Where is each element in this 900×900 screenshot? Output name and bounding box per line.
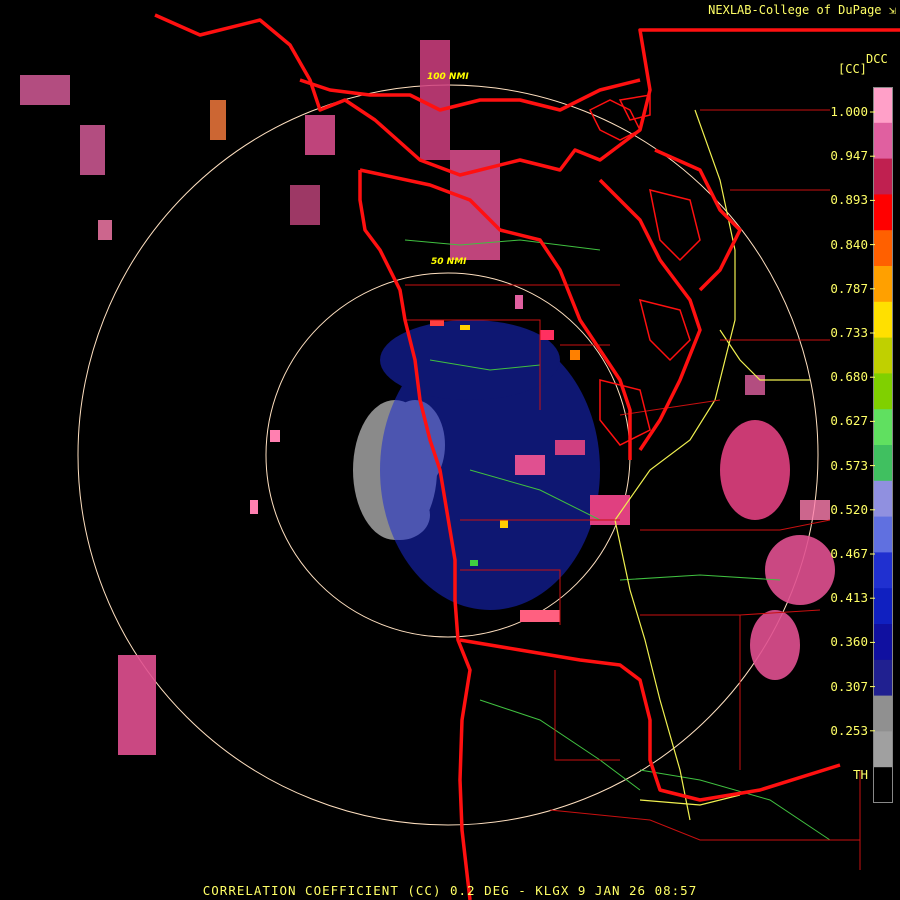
color-legend-bar <box>873 87 893 803</box>
legend-swatch <box>873 767 893 803</box>
legend-swatch <box>873 409 893 446</box>
legend-swatch <box>873 266 893 303</box>
legend-swatch <box>873 516 893 553</box>
legend-swatch <box>873 695 893 732</box>
legend-swatch <box>873 301 893 339</box>
legend-swatch <box>873 445 893 482</box>
legend-swatch <box>873 230 893 267</box>
legend-swatch <box>873 194 893 231</box>
legend-tick-lines <box>870 111 875 732</box>
legend-swatch <box>873 158 893 195</box>
legend-swatch <box>873 624 893 661</box>
legend-swatch <box>873 588 893 625</box>
legend-swatch <box>873 480 893 518</box>
legend-swatch <box>873 373 893 410</box>
legend-swatch <box>873 337 893 374</box>
echo-southwest <box>118 655 156 755</box>
legend-swatch <box>873 731 893 768</box>
legend-swatch <box>873 122 893 160</box>
legend-swatch <box>873 552 893 589</box>
range-ring-label-100: 100 NMI <box>427 72 469 82</box>
external-link-icon: ⇲ <box>888 3 896 17</box>
range-ring-label-50: 50 NMI <box>431 257 467 267</box>
legend-swatch <box>873 87 893 124</box>
legend-swatch <box>873 659 893 697</box>
